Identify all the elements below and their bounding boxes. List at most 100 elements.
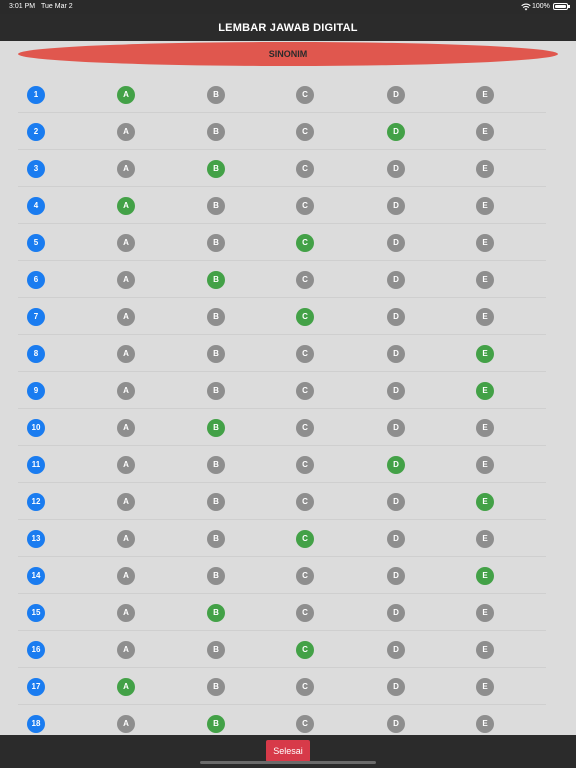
option-b-button[interactable]: B	[207, 678, 225, 696]
option-b-button[interactable]: B	[207, 715, 225, 733]
option-d-button[interactable]: D	[387, 567, 405, 585]
option-e-button[interactable]: E	[476, 604, 494, 622]
question-row: 1 A B C D E	[0, 76, 576, 113]
battery-tip	[568, 5, 570, 8]
option-c-button[interactable]: C	[296, 678, 314, 696]
option-e-button[interactable]: E	[476, 715, 494, 733]
option-c-button[interactable]: C	[296, 123, 314, 141]
option-a-button[interactable]: A	[117, 234, 135, 252]
option-e-button[interactable]: E	[476, 456, 494, 474]
option-a-button[interactable]: A	[117, 197, 135, 215]
option-b-button[interactable]: B	[207, 567, 225, 585]
option-e-button[interactable]: E	[476, 308, 494, 326]
option-b-button[interactable]: B	[207, 382, 225, 400]
option-b-button[interactable]: B	[207, 641, 225, 659]
option-e-button[interactable]: E	[476, 641, 494, 659]
option-b-button[interactable]: B	[207, 86, 225, 104]
option-a-button[interactable]: A	[117, 345, 135, 363]
option-d-button[interactable]: D	[387, 604, 405, 622]
option-e-button[interactable]: E	[476, 197, 494, 215]
option-a-button[interactable]: A	[117, 419, 135, 437]
option-b-button[interactable]: B	[207, 197, 225, 215]
option-d-button[interactable]: D	[387, 345, 405, 363]
option-a-button[interactable]: A	[117, 382, 135, 400]
option-e-button[interactable]: E	[476, 86, 494, 104]
option-e-button[interactable]: E	[476, 567, 494, 585]
option-c-button[interactable]: C	[296, 271, 314, 289]
option-e-button[interactable]: E	[476, 419, 494, 437]
option-c-button[interactable]: C	[296, 493, 314, 511]
option-a-button[interactable]: A	[117, 493, 135, 511]
option-c-button[interactable]: C	[296, 456, 314, 474]
option-a-button[interactable]: A	[117, 86, 135, 104]
question-number: 2	[27, 123, 45, 141]
option-b-button[interactable]: B	[207, 604, 225, 622]
option-b-button[interactable]: B	[207, 456, 225, 474]
option-e-button[interactable]: E	[476, 271, 494, 289]
option-d-button[interactable]: D	[387, 493, 405, 511]
option-c-button[interactable]: C	[296, 604, 314, 622]
option-c-button[interactable]: C	[296, 715, 314, 733]
option-b-button[interactable]: B	[207, 530, 225, 548]
option-b-button[interactable]: B	[207, 493, 225, 511]
option-a-button[interactable]: A	[117, 456, 135, 474]
option-a-button[interactable]: A	[117, 604, 135, 622]
option-a-button[interactable]: A	[117, 160, 135, 178]
option-a-button[interactable]: A	[117, 715, 135, 733]
option-c-button[interactable]: C	[296, 641, 314, 659]
status-time: 3:01 PM	[9, 3, 36, 10]
option-a-button[interactable]: A	[117, 641, 135, 659]
option-b-button[interactable]: B	[207, 123, 225, 141]
question-number: 4	[27, 197, 45, 215]
option-d-button[interactable]: D	[387, 123, 405, 141]
selesai-button[interactable]: Selesai	[266, 740, 310, 762]
option-d-button[interactable]: D	[387, 234, 405, 252]
option-e-button[interactable]: E	[476, 123, 494, 141]
option-d-button[interactable]: D	[387, 382, 405, 400]
option-e-button[interactable]: E	[476, 493, 494, 511]
option-e-button[interactable]: E	[476, 345, 494, 363]
option-d-button[interactable]: D	[387, 197, 405, 215]
option-b-button[interactable]: B	[207, 419, 225, 437]
option-d-button[interactable]: D	[387, 419, 405, 437]
option-c-button[interactable]: C	[296, 160, 314, 178]
option-c-button[interactable]: C	[296, 86, 314, 104]
option-b-button[interactable]: B	[207, 160, 225, 178]
option-e-button[interactable]: E	[476, 382, 494, 400]
option-a-button[interactable]: A	[117, 123, 135, 141]
option-b-button[interactable]: B	[207, 308, 225, 326]
option-d-button[interactable]: D	[387, 160, 405, 178]
option-a-button[interactable]: A	[117, 271, 135, 289]
option-d-button[interactable]: D	[387, 271, 405, 289]
option-e-button[interactable]: E	[476, 678, 494, 696]
option-c-button[interactable]: C	[296, 197, 314, 215]
option-a-button[interactable]: A	[117, 308, 135, 326]
option-d-button[interactable]: D	[387, 86, 405, 104]
option-a-button[interactable]: A	[117, 678, 135, 696]
option-a-button[interactable]: A	[117, 567, 135, 585]
question-number: 10	[27, 419, 45, 437]
option-a-button[interactable]: A	[117, 530, 135, 548]
option-b-button[interactable]: B	[207, 234, 225, 252]
answer-list[interactable]: 1 A B C D E 2 A B C D E 3 A B C D E 4 A B C D E 5 A B C D E 6 A B C D E 7 A B C…	[0, 76, 576, 735]
option-d-button[interactable]: D	[387, 678, 405, 696]
option-b-button[interactable]: B	[207, 345, 225, 363]
option-e-button[interactable]: E	[476, 530, 494, 548]
option-c-button[interactable]: C	[296, 382, 314, 400]
option-c-button[interactable]: C	[296, 308, 314, 326]
option-d-button[interactable]: D	[387, 715, 405, 733]
question-number: 11	[27, 456, 45, 474]
option-d-button[interactable]: D	[387, 641, 405, 659]
option-e-button[interactable]: E	[476, 234, 494, 252]
option-b-button[interactable]: B	[207, 271, 225, 289]
option-c-button[interactable]: C	[296, 419, 314, 437]
option-c-button[interactable]: C	[296, 530, 314, 548]
option-d-button[interactable]: D	[387, 456, 405, 474]
page-title: LEMBAR JAWAB DIGITAL	[218, 22, 358, 34]
option-c-button[interactable]: C	[296, 234, 314, 252]
option-c-button[interactable]: C	[296, 567, 314, 585]
option-d-button[interactable]: D	[387, 308, 405, 326]
option-d-button[interactable]: D	[387, 530, 405, 548]
option-c-button[interactable]: C	[296, 345, 314, 363]
option-e-button[interactable]: E	[476, 160, 494, 178]
